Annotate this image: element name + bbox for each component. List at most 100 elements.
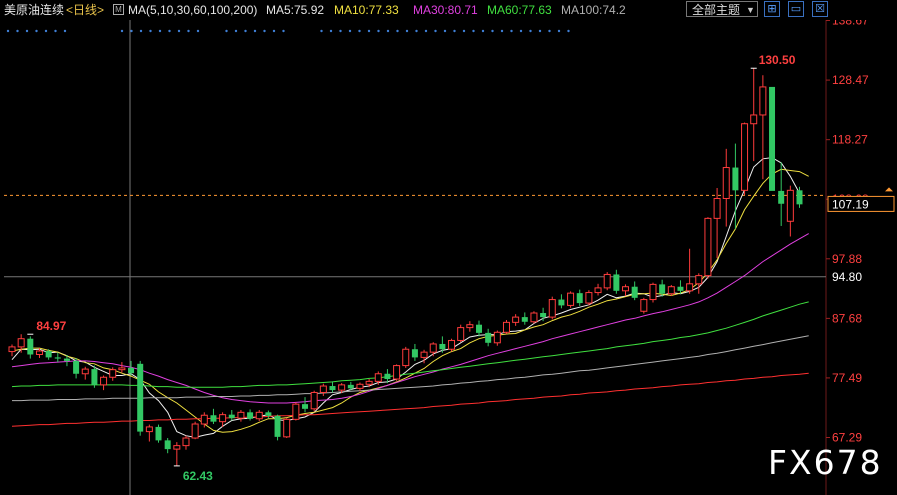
period-selector[interactable]: <日线> <box>66 0 104 20</box>
ma30-value: MA30:80.71 <box>413 3 478 17</box>
marker-dot <box>557 29 561 33</box>
candle-body-down <box>796 190 803 205</box>
candle <box>283 418 291 439</box>
candle-body-up <box>548 299 556 318</box>
candle <box>603 272 611 291</box>
candle-body-up <box>35 350 43 355</box>
candle <box>356 382 364 392</box>
candle-body-up <box>402 348 410 367</box>
candle <box>786 185 794 237</box>
candle <box>594 283 602 296</box>
marker-dot <box>320 29 323 33</box>
ma-params-label[interactable]: MA(5,10,30,60,100,200) <box>128 0 257 20</box>
candle <box>686 248 694 294</box>
candle <box>640 297 648 314</box>
candle <box>558 294 565 309</box>
candle <box>393 364 401 381</box>
candle-body-down <box>63 358 70 361</box>
candle <box>310 390 318 412</box>
candle-body-up <box>722 167 730 200</box>
candle <box>485 328 492 347</box>
candle-body-up <box>530 312 538 323</box>
candle <box>255 409 263 422</box>
candle <box>137 360 144 436</box>
candle-body-up <box>567 292 575 306</box>
ma-line-ma200 <box>11 372 809 427</box>
marker-dot <box>548 29 551 33</box>
candle <box>585 290 593 306</box>
candle-body-up <box>81 368 89 375</box>
candle <box>476 320 483 337</box>
marker-dot <box>253 29 257 33</box>
candle <box>759 75 767 180</box>
candle-body-up <box>457 327 465 341</box>
candle <box>292 402 300 421</box>
candle <box>228 409 235 421</box>
marker-dot <box>196 29 200 33</box>
candle-body-down <box>411 349 418 358</box>
candle-body-up <box>686 283 694 292</box>
marker-dot <box>272 29 276 33</box>
restore-window-icon[interactable]: ▭ <box>788 1 804 17</box>
marker-dot <box>63 29 67 33</box>
marker-dot <box>519 29 523 33</box>
marker-dot <box>44 29 48 33</box>
ma5-value: MA5:75.92 <box>266 3 325 17</box>
candle-body-up <box>200 414 208 425</box>
chevron-down-icon[interactable]: ▼ <box>746 0 755 20</box>
candle-body-up <box>786 189 794 222</box>
marker-dot <box>6 29 10 33</box>
watermark-logo: FX678 <box>768 443 883 482</box>
marker-dot <box>339 29 342 33</box>
candle <box>182 435 190 450</box>
candle <box>54 352 61 363</box>
marker-dot <box>149 29 152 33</box>
marker-dot <box>120 29 124 33</box>
candle <box>100 375 108 391</box>
ma60-value: MA60:77.63 <box>487 3 552 17</box>
candle <box>502 320 510 335</box>
candle-body-up <box>429 343 437 353</box>
candle-body-up <box>118 367 126 371</box>
close-window-icon[interactable]: ☒ <box>812 1 828 17</box>
candlestick-chart: 138.67128.47118.27108.0897.8887.6877.496… <box>4 14 895 495</box>
marker-dot <box>453 29 456 33</box>
candle <box>741 122 749 195</box>
candle-body-down <box>27 338 34 355</box>
level-label: 94.80 <box>832 270 862 284</box>
candle <box>91 365 98 388</box>
candle <box>429 342 437 357</box>
symbol-name[interactable]: 美原油连续 <box>4 0 64 20</box>
price-up-arrow-icon <box>885 187 893 192</box>
marker-dot <box>16 29 19 33</box>
candle-body-down <box>677 286 684 291</box>
candle <box>329 381 336 393</box>
ma10-value: MA10:77.33 <box>334 3 399 17</box>
add-window-icon[interactable]: ⊞ <box>764 1 780 17</box>
marker-dot <box>510 29 513 33</box>
candle-body-up <box>338 384 346 391</box>
candle-body-up <box>237 411 245 419</box>
candle-body-up <box>704 217 712 277</box>
candle-body-up <box>292 403 300 420</box>
candle <box>411 343 418 361</box>
candle-body-down <box>265 412 272 416</box>
candle-body-down <box>384 373 391 380</box>
candle-body-up <box>695 275 703 285</box>
marker-dot <box>187 29 190 33</box>
marker-dot <box>168 29 171 33</box>
candle-body-down <box>439 343 446 350</box>
marker-dot <box>529 29 532 33</box>
candle-body-up <box>512 316 520 323</box>
chart-icon[interactable]: M <box>113 4 124 15</box>
candle-body-down <box>155 426 162 441</box>
candle-body-down <box>769 86 776 191</box>
candle <box>567 291 575 308</box>
candle <box>722 148 730 227</box>
marker-dot <box>158 29 162 33</box>
candle-body-down <box>558 299 565 306</box>
y-tick-label: 87.68 <box>832 311 862 325</box>
marker-dot <box>367 29 371 33</box>
y-tick-label: 118.27 <box>832 133 868 147</box>
candle <box>302 397 309 413</box>
